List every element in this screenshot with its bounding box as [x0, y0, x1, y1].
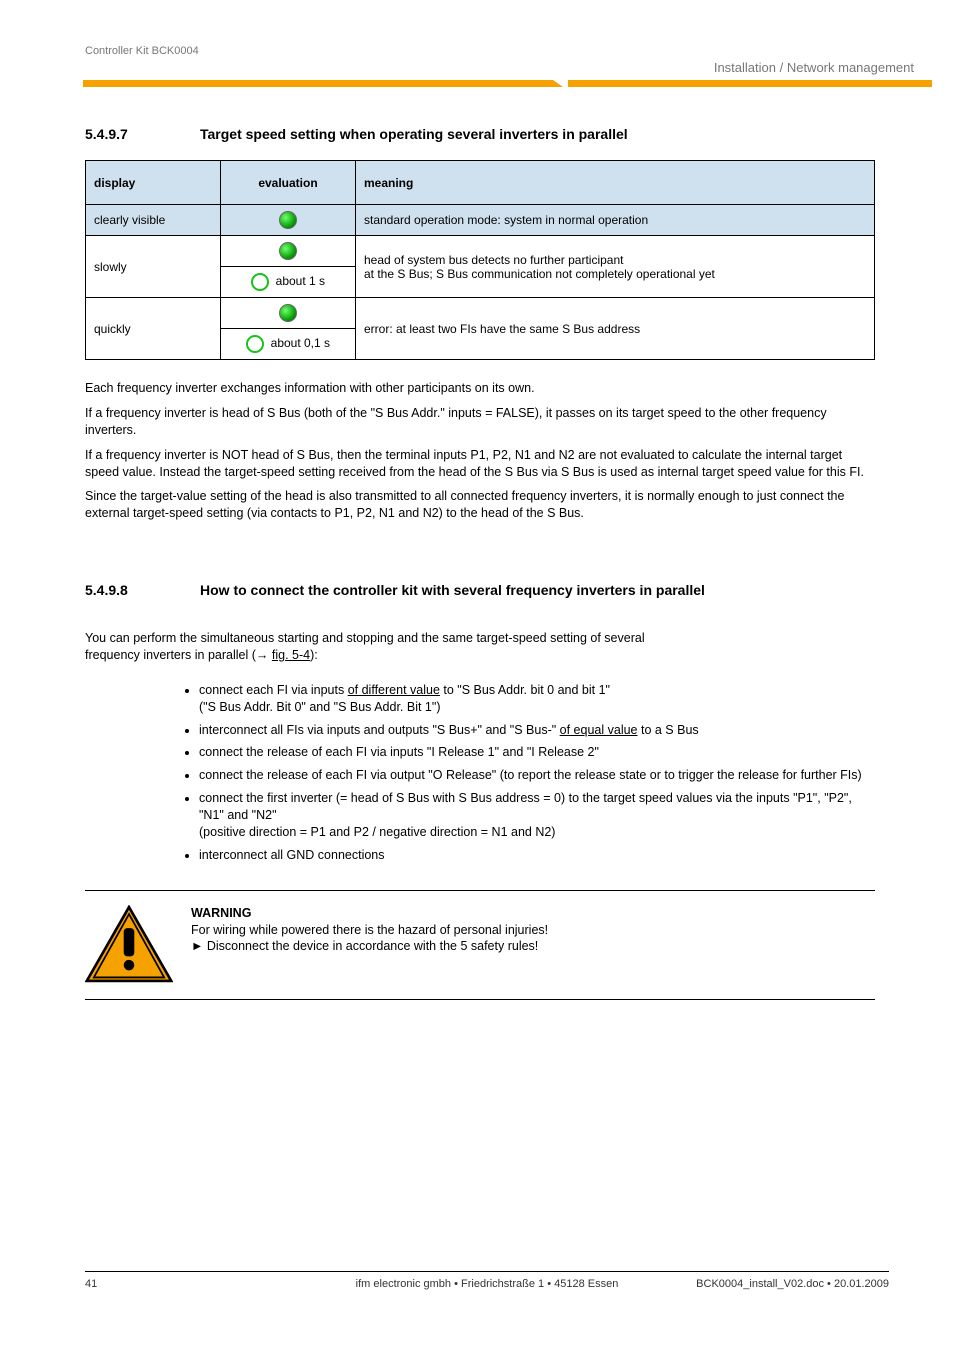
section-number: 5.4.9.8 [85, 582, 128, 598]
th-eval: evaluation [221, 161, 356, 205]
footer: 41 ifm electronic gmbh • Friedrichstraße… [85, 1271, 889, 1290]
text: to "S Bus Addr. bit 0 and bit 1" [440, 683, 610, 697]
section-title: Target speed setting when operating seve… [200, 126, 628, 142]
led-off-icon [246, 335, 264, 353]
text: connect the release of each FI via outpu… [199, 768, 862, 782]
cell-text: slowly [94, 260, 127, 274]
list-item: connect the release of each FI via outpu… [199, 767, 875, 784]
section-number: 5.4.9.7 [85, 126, 128, 142]
text-underline: of equal value [560, 723, 638, 737]
list-item: interconnect all GND connections [199, 847, 875, 864]
cell-text: error: at least two FIs have the same S … [364, 322, 640, 336]
warning-heading: WARNING [191, 906, 251, 920]
led-on-icon [279, 211, 297, 229]
divider [85, 999, 875, 1000]
para: You can perform the simultaneous startin… [85, 630, 875, 647]
footer-company: ifm electronic gmbh • Friedrichstraße 1 … [356, 1278, 619, 1290]
warning-text: WARNING For wiring while powered there i… [191, 905, 548, 956]
text: to a S Bus [638, 723, 699, 737]
led-on-icon [279, 242, 297, 260]
para: frequency inverters in parallel (→ fig. … [85, 647, 875, 664]
cell-text: about 0,1 s [271, 336, 330, 350]
para: Since the target-value setting of the he… [85, 488, 875, 522]
para: If a frequency inverter is head of S Bus… [85, 405, 875, 439]
cell-text: quickly [94, 322, 131, 336]
cell [221, 205, 356, 236]
text: connect the first inverter (= head of S … [199, 791, 852, 822]
cell-text: at the S Bus; S Bus communication not co… [364, 267, 715, 281]
cell: standard operation mode: system in norma… [356, 205, 875, 236]
bullet-list: connect each FI via inputs of different … [165, 682, 875, 864]
cell [221, 236, 356, 267]
header-left: Controller Kit BCK0004 [85, 45, 199, 57]
footer-docinfo: BCK0004_install_V02.doc • 20.01.2009 [696, 1278, 889, 1290]
th-meaning: meaning [356, 161, 875, 205]
list-item: connect each FI via inputs of different … [199, 682, 875, 716]
text: (positive direction = P1 and P2 / negati… [199, 825, 555, 839]
cell: about 1 s [221, 267, 356, 298]
text: interconnect all GND connections [199, 848, 385, 862]
warning-icon [85, 905, 173, 983]
list-item: connect the first inverter (= head of S … [199, 790, 875, 841]
cell: quickly [86, 298, 221, 360]
cell: clearly visible [86, 205, 221, 236]
page-number: 41 [85, 1278, 97, 1290]
table-row: slowly head of system bus detects no fur… [86, 236, 875, 267]
list-item: connect the release of each FI via input… [199, 744, 875, 761]
para: If a frequency inverter is NOT head of S… [85, 447, 875, 481]
text: connect the release of each FI via input… [199, 745, 599, 759]
fig-link[interactable]: fig. 5-4 [272, 648, 310, 662]
text-underline: of different value [348, 683, 440, 697]
text: ): [310, 648, 318, 662]
cell-text: head of system bus detects no further pa… [364, 253, 623, 267]
table-row: clearly visible standard operation mode:… [86, 205, 875, 236]
cell: slowly [86, 236, 221, 298]
th-display: display [86, 161, 221, 205]
header-right: Installation / Network management [714, 60, 914, 75]
table-row: quickly error: at least two FIs have the… [86, 298, 875, 329]
cell [221, 298, 356, 329]
list-item: interconnect all FIs via inputs and outp… [199, 722, 875, 739]
status-table: display evaluation meaning clearly visib… [85, 160, 875, 360]
text: frequency inverters in parallel (→ [85, 648, 272, 662]
top-rule [83, 80, 954, 90]
cell: head of system bus detects no further pa… [356, 236, 875, 298]
para: Each frequency inverter exchanges inform… [85, 380, 875, 397]
warning-block: WARNING For wiring while powered there i… [85, 891, 875, 999]
text: ("S Bus Addr. Bit 0" and "S Bus Addr. Bi… [199, 700, 441, 714]
cell: error: at least two FIs have the same S … [356, 298, 875, 360]
warning-line: For wiring while powered there is the ha… [191, 922, 548, 939]
paragraph: You can perform the simultaneous startin… [85, 630, 875, 1000]
warning-line: ► Disconnect the device in accordance wi… [191, 938, 548, 955]
led-off-icon [251, 273, 269, 291]
led-on-icon [279, 304, 297, 322]
cell: about 0,1 s [221, 329, 356, 360]
text: interconnect all FIs via inputs and outp… [199, 723, 560, 737]
cell-text: about 1 s [276, 274, 325, 288]
text: connect each FI via inputs [199, 683, 348, 697]
section-title: How to connect the controller kit with s… [200, 582, 840, 598]
paragraph: Each frequency inverter exchanges inform… [85, 380, 875, 522]
